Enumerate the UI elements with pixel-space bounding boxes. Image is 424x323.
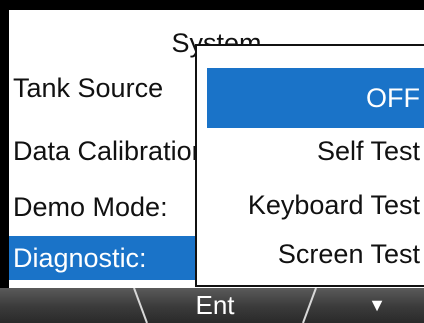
- softkey-divider-right: [302, 288, 317, 323]
- down-softkey[interactable]: ▼: [330, 288, 424, 323]
- device-screen: System Tank Source Data Calibration Demo…: [0, 0, 424, 323]
- enter-softkey[interactable]: Ent: [150, 288, 280, 323]
- popup-option-screen-test[interactable]: Screen Test: [207, 224, 424, 284]
- softkey-bar: Ent ▼: [0, 288, 424, 323]
- popup-option-off[interactable]: OFF: [207, 68, 424, 128]
- down-triangle-icon: ▼: [368, 295, 386, 315]
- diagnostic-options-popup: OFF Self Test Keyboard Test Screen Test: [195, 44, 424, 287]
- popup-option-self-test[interactable]: Self Test: [207, 121, 424, 181]
- content-area: System Tank Source Data Calibration Demo…: [9, 10, 424, 288]
- softkey-left[interactable]: [0, 288, 140, 323]
